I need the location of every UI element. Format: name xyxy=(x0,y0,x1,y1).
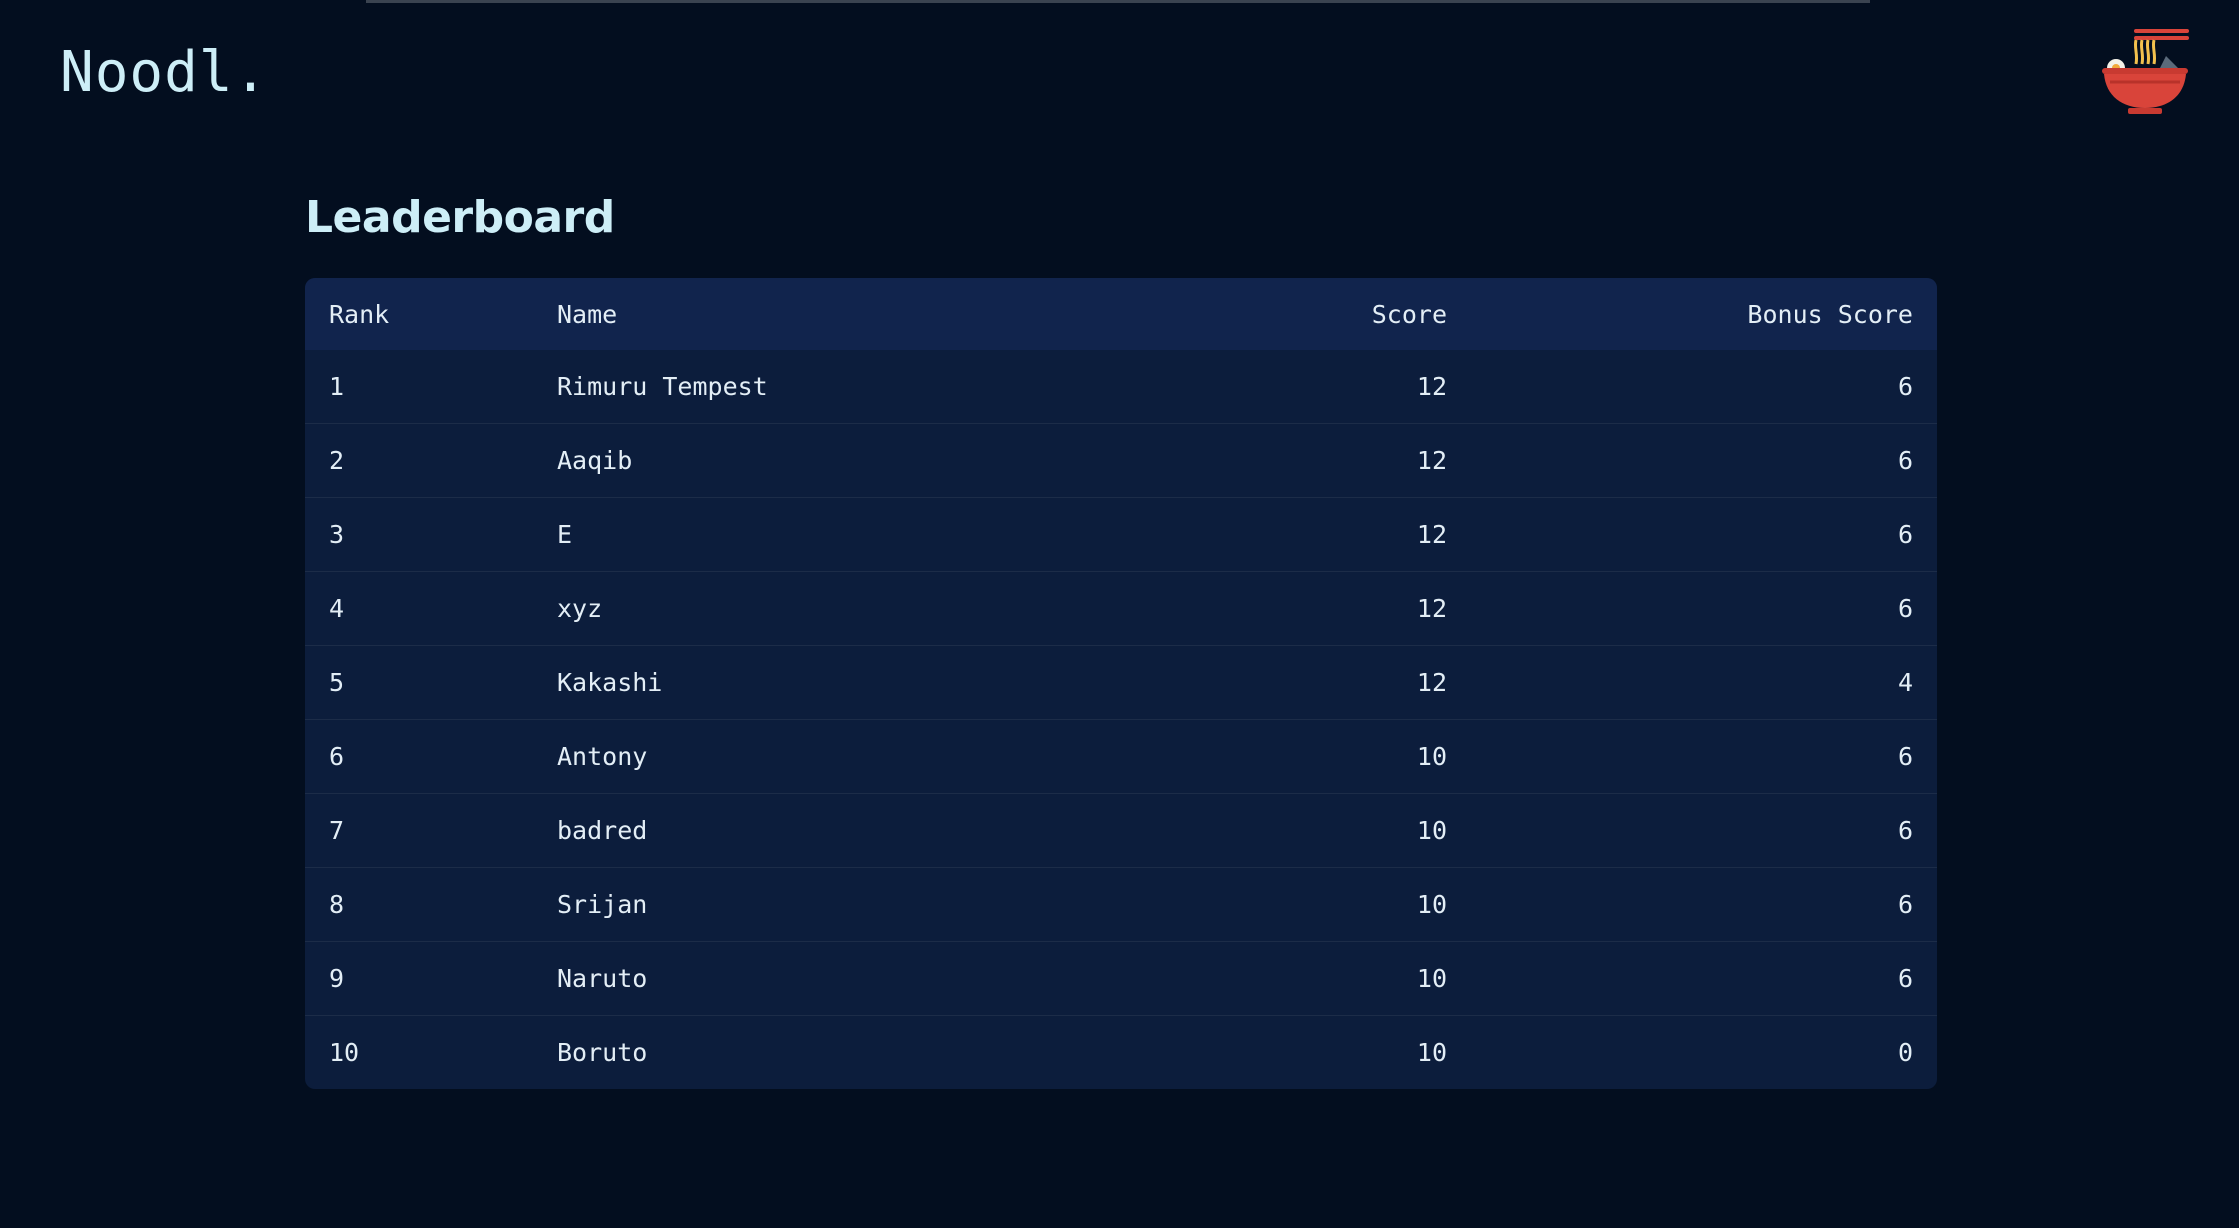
score-cell: 12 xyxy=(1416,594,1447,623)
score-cell: 10 xyxy=(1416,742,1447,771)
table-row: 5 Kakashi 12 4 xyxy=(305,646,1937,720)
table-header-row: Rank Name Score Bonus Score xyxy=(305,278,1937,350)
name-cell: badred xyxy=(557,816,648,845)
brand-logo-text[interactable]: Noodl. xyxy=(60,40,268,105)
bonus-score-cell: 6 xyxy=(1897,372,1913,401)
bonus-score-cell: 0 xyxy=(1897,1038,1913,1067)
score-cell: 12 xyxy=(1416,520,1447,549)
bonus-score-cell: 6 xyxy=(1897,594,1913,623)
name-cell: Srijan xyxy=(557,890,648,919)
bonus-score-cell: 4 xyxy=(1897,668,1913,697)
score-cell: 12 xyxy=(1416,372,1447,401)
rank-cell: 6 xyxy=(329,742,345,771)
score-cell: 12 xyxy=(1416,446,1447,475)
rank-cell: 9 xyxy=(329,964,345,993)
table-row: 3 E 12 6 xyxy=(305,498,1937,572)
rank-cell: 8 xyxy=(329,890,345,919)
table-row: 1 Rimuru Tempest 12 6 xyxy=(305,350,1937,424)
rank-cell: 5 xyxy=(329,668,345,697)
table-row: 7 badred 10 6 xyxy=(305,794,1937,868)
name-cell: Kakashi xyxy=(557,668,663,697)
bonus-score-cell: 6 xyxy=(1897,446,1913,475)
bonus-score-cell: 6 xyxy=(1897,890,1913,919)
column-header-bonus-score: Bonus Score xyxy=(1747,299,1913,329)
rank-cell: 10 xyxy=(329,1038,360,1067)
name-cell: Naruto xyxy=(557,964,648,993)
name-cell: Rimuru Tempest xyxy=(557,372,768,401)
bonus-score-cell: 6 xyxy=(1897,964,1913,993)
leaderboard-table: Rank Name Score Bonus Score 1 Rimuru Tem… xyxy=(305,278,1937,1089)
bonus-score-cell: 6 xyxy=(1897,742,1913,771)
score-cell: 10 xyxy=(1416,816,1447,845)
name-cell: Aaqib xyxy=(557,446,633,475)
noodle-bowl-icon[interactable] xyxy=(2094,24,2194,124)
table-row: 8 Srijan 10 6 xyxy=(305,868,1937,942)
name-cell: Antony xyxy=(557,742,648,771)
score-cell: 10 xyxy=(1416,1038,1447,1067)
score-cell: 12 xyxy=(1416,668,1447,697)
table-row: 2 Aaqib 12 6 xyxy=(305,424,1937,498)
bonus-score-cell: 6 xyxy=(1897,816,1913,845)
table-row: 9 Naruto 10 6 xyxy=(305,942,1937,1016)
rank-cell: 3 xyxy=(329,520,345,549)
rank-cell: 7 xyxy=(329,816,345,845)
rank-cell: 1 xyxy=(329,372,345,401)
name-cell: Boruto xyxy=(557,1038,648,1067)
table-row: 6 Antony 10 6 xyxy=(305,720,1937,794)
name-cell: xyz xyxy=(557,594,603,623)
table-row: 4 xyz 12 6 xyxy=(305,572,1937,646)
score-cell: 10 xyxy=(1416,890,1447,919)
page-title: Leaderboard xyxy=(305,192,615,243)
name-cell: E xyxy=(557,520,573,549)
bonus-score-cell: 6 xyxy=(1897,520,1913,549)
column-header-name: Name xyxy=(557,299,618,329)
score-cell: 10 xyxy=(1416,964,1447,993)
rank-cell: 2 xyxy=(329,446,345,475)
column-header-score: Score xyxy=(1371,299,1447,329)
table-row: 10 Boruto 10 0 xyxy=(305,1016,1937,1089)
top-progress-line xyxy=(366,0,1870,3)
rank-cell: 4 xyxy=(329,594,345,623)
column-header-rank: Rank xyxy=(329,299,390,329)
